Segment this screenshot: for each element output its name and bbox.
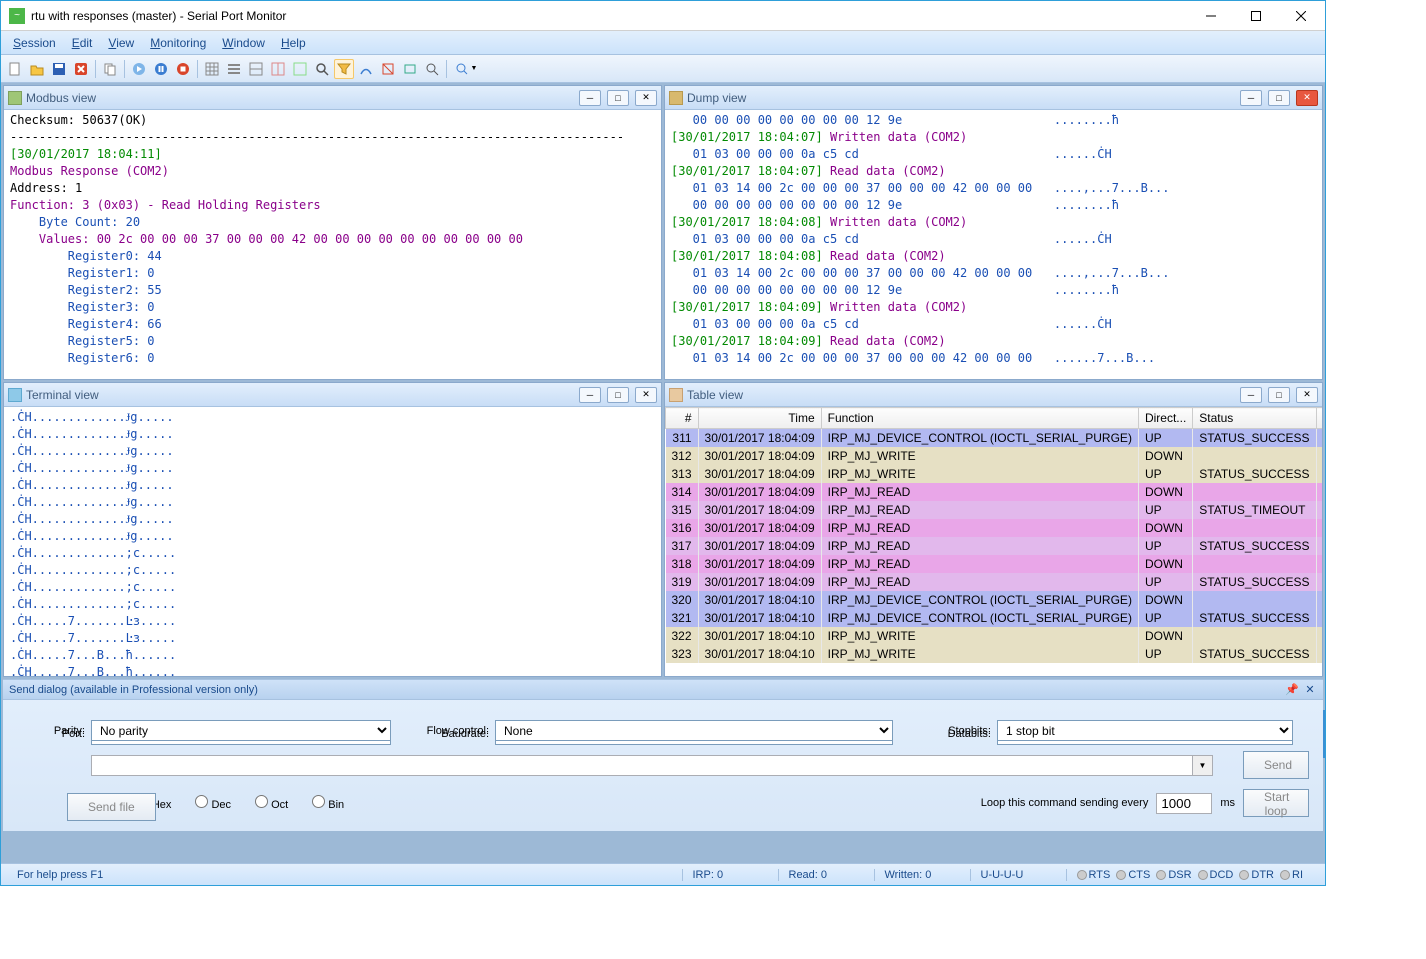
copy-icon[interactable] — [100, 59, 120, 79]
app-icon: ~ — [9, 8, 25, 24]
table-row[interactable]: 31930/01/2017 18:04:09IRP_MJ_READUPSTATU… — [666, 573, 1323, 591]
parity-label: Parity: — [17, 725, 85, 737]
table-row[interactable]: 32330/01/2017 18:04:10IRP_MJ_WRITEUPSTAT… — [666, 645, 1323, 663]
flow-label: Flow control: — [421, 725, 489, 737]
tool1-icon[interactable] — [356, 59, 376, 79]
zoom-icon[interactable] — [422, 59, 442, 79]
panel-close-button[interactable]: ✕ — [635, 90, 657, 106]
table-body[interactable]: #TimeFunctionDirect...StatusData31130/01… — [665, 407, 1322, 676]
view1-icon[interactable] — [202, 59, 222, 79]
status-irp: IRP: 0 — [682, 869, 778, 881]
tool2-icon[interactable] — [378, 59, 398, 79]
send-input-combo[interactable]: ▼ — [91, 755, 1213, 776]
terminal-icon — [8, 388, 22, 402]
modbus-title: Modbus view — [26, 91, 573, 105]
table-icon — [669, 388, 683, 402]
menu-help[interactable]: Help — [273, 34, 314, 52]
send-input[interactable] — [91, 755, 1193, 776]
table-row[interactable]: 31330/01/2017 18:04:09IRP_MJ_WRITEUPSTAT… — [666, 465, 1323, 483]
dump-title: Dump view — [687, 91, 1234, 105]
panel-minimize-button[interactable]: ─ — [579, 90, 601, 106]
send-button[interactable]: Send — [1243, 751, 1309, 779]
status-uuuu: U-U-U-U — [970, 869, 1066, 881]
play-icon[interactable] — [129, 59, 149, 79]
menu-monitoring[interactable]: Monitoring — [142, 34, 214, 52]
panel-close-button[interactable]: ✕ — [1296, 90, 1318, 106]
terminal-body[interactable]: .ĊH.............Ɉg......ĊH.............Ɉ… — [4, 407, 661, 676]
modbus-body[interactable]: Checksum: 50637(OK)---------------------… — [4, 110, 661, 379]
menu-edit[interactable]: Edit — [64, 34, 101, 52]
dump-body[interactable]: 00 00 00 00 00 00 00 00 12 9e ........ħ[… — [665, 110, 1322, 379]
table-row[interactable]: 31130/01/2017 18:04:09IRP_MJ_DEVICE_CONT… — [666, 429, 1323, 448]
dump-panel: Dump view ─ □ ✕ 00 00 00 00 00 00 00 00 … — [664, 85, 1323, 380]
open-icon[interactable] — [27, 59, 47, 79]
menu-window[interactable]: Window — [214, 34, 273, 52]
send-panel: Send dialog (available in Professional v… — [3, 679, 1323, 831]
table-row[interactable]: 32130/01/2017 18:04:10IRP_MJ_DEVICE_CONT… — [666, 609, 1323, 627]
panel-minimize-button[interactable]: ─ — [1240, 387, 1262, 403]
modbus-icon — [8, 91, 22, 105]
close-button[interactable] — [1278, 2, 1323, 30]
parity-select[interactable]: No parity — [91, 720, 391, 741]
stopbits-select[interactable]: 1 stop bit — [997, 720, 1293, 741]
toolbar: ▼ — [1, 55, 1325, 83]
find-icon[interactable] — [312, 59, 332, 79]
panel-maximize-button[interactable]: □ — [607, 90, 629, 106]
status-leds: RTSCTSDSRDCDDTRRI — [1066, 869, 1320, 881]
pause-icon[interactable] — [151, 59, 171, 79]
status-written: Written: 0 — [874, 869, 970, 881]
menu-session[interactable]: Session — [5, 34, 64, 52]
zoom-dropdown-icon[interactable]: ▼ — [451, 59, 481, 79]
save-icon[interactable] — [49, 59, 69, 79]
view2-icon[interactable] — [224, 59, 244, 79]
stopbits-label: Stopbits: — [923, 725, 991, 737]
send-close-icon[interactable]: ✕ — [1303, 683, 1317, 697]
terminal-panel: Terminal view ─ □ ✕ .ĊH.............Ɉg..… — [3, 382, 662, 677]
window-title: rtu with responses (master) - Serial Por… — [31, 9, 1188, 23]
table-row[interactable]: 31630/01/2017 18:04:09IRP_MJ_READDOWN — [666, 519, 1323, 537]
table-row[interactable]: 31430/01/2017 18:04:09IRP_MJ_READDOWN — [666, 483, 1323, 501]
workarea: Modbus view ─ □ ✕ Checksum: 50637(OK)---… — [1, 83, 1325, 863]
filter-icon[interactable] — [334, 59, 354, 79]
send-file-button[interactable]: Send file — [67, 793, 156, 821]
table-row[interactable]: 32030/01/2017 18:04:10IRP_MJ_DEVICE_CONT… — [666, 591, 1323, 609]
panel-minimize-button[interactable]: ─ — [579, 387, 601, 403]
view3-icon[interactable] — [246, 59, 266, 79]
pin-icon[interactable]: 📌 — [1285, 683, 1299, 697]
table-row[interactable]: 31230/01/2017 18:04:09IRP_MJ_WRITEDOWN — [666, 447, 1323, 465]
view4-icon[interactable] — [268, 59, 288, 79]
view5-icon[interactable] — [290, 59, 310, 79]
panel-maximize-button[interactable]: □ — [1268, 90, 1290, 106]
stop-icon[interactable] — [173, 59, 193, 79]
tool3-icon[interactable] — [400, 59, 420, 79]
new-icon[interactable] — [5, 59, 25, 79]
panel-close-button[interactable]: ✕ — [635, 387, 657, 403]
send-header-label: Send dialog (available in Professional v… — [9, 684, 258, 696]
table-row[interactable]: 32230/01/2017 18:04:10IRP_MJ_WRITEDOWN — [666, 627, 1323, 645]
status-help: For help press F1 — [7, 869, 682, 881]
maximize-button[interactable] — [1233, 2, 1278, 30]
terminal-title: Terminal view — [26, 388, 573, 402]
menu-view[interactable]: View — [100, 34, 142, 52]
table-row[interactable]: 31830/01/2017 18:04:09IRP_MJ_READDOWN — [666, 555, 1323, 573]
flow-select[interactable]: None — [495, 720, 893, 741]
modbus-panel: Modbus view ─ □ ✕ Checksum: 50637(OK)---… — [3, 85, 662, 380]
minimize-button[interactable] — [1188, 2, 1233, 30]
table-panel: Table view ─ □ ✕ #TimeFunctionDirect...S… — [664, 382, 1323, 677]
table-row[interactable]: 31730/01/2017 18:04:09IRP_MJ_READUPSTATU… — [666, 537, 1323, 555]
panel-minimize-button[interactable]: ─ — [1240, 90, 1262, 106]
send-input-dropdown-icon[interactable]: ▼ — [1193, 755, 1213, 776]
menubar: Session Edit View Monitoring Window Help — [1, 31, 1325, 55]
table-row[interactable]: 31530/01/2017 18:04:09IRP_MJ_READUPSTATU… — [666, 501, 1323, 519]
panel-maximize-button[interactable]: □ — [607, 387, 629, 403]
delete-icon[interactable] — [71, 59, 91, 79]
open-button[interactable]: Open — [1323, 710, 1325, 758]
titlebar: ~ rtu with responses (master) - Serial P… — [1, 1, 1325, 31]
status-read: Read: 0 — [778, 869, 874, 881]
table-title: Table view — [687, 388, 1234, 402]
dump-icon — [669, 91, 683, 105]
statusbar: For help press F1 IRP: 0 Read: 0 Written… — [1, 863, 1325, 885]
panel-maximize-button[interactable]: □ — [1268, 387, 1290, 403]
panel-close-button[interactable]: ✕ — [1296, 387, 1318, 403]
